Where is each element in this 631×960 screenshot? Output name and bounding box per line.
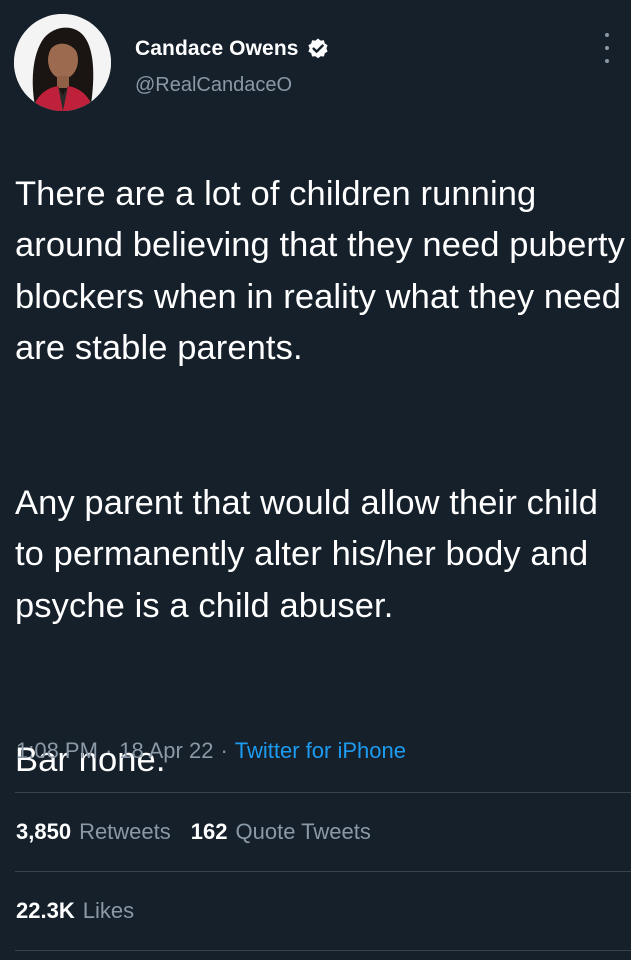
meta-separator: · <box>104 738 113 763</box>
retweets-label: Retweets <box>79 819 171 844</box>
tweet-time[interactable]: 1:08 PM <box>16 738 98 764</box>
retweets-count: 3,850 <box>16 819 72 844</box>
likes-stat[interactable]: 22.3K Likes <box>16 898 134 924</box>
avatar-portrait-icon <box>14 14 111 111</box>
tweet-meta: 1:08 PM · 18 Apr 22 · Twitter for iPhone <box>16 738 406 764</box>
meta-separator: · <box>220 738 228 763</box>
tweet-header: Candace Owens @RealCandaceO <box>14 14 617 114</box>
divider <box>15 792 631 793</box>
engagement-stats-row: 3,850 Retweets 162 Quote Tweets <box>16 819 391 845</box>
display-name[interactable]: Candace Owens <box>135 37 299 61</box>
divider <box>15 871 631 872</box>
user-handle[interactable]: @RealCandaceO <box>135 74 330 97</box>
retweets-stat[interactable]: 3,850 Retweets <box>16 819 171 845</box>
divider <box>15 950 631 951</box>
verified-badge-icon <box>306 37 330 61</box>
likes-count: 22.3K <box>16 898 75 923</box>
tweet-date[interactable]: 18 Apr 22 <box>119 738 213 764</box>
quote-tweets-label: Quote Tweets <box>235 819 371 844</box>
display-name-row: Candace Owens <box>135 34 330 64</box>
tweet-text: There are a lot of children running arou… <box>15 117 625 838</box>
user-info: Candace Owens @RealCandaceO <box>135 34 330 97</box>
tweet-source-link[interactable]: Twitter for iPhone <box>235 738 406 764</box>
quote-tweets-stat[interactable]: 162 Quote Tweets <box>191 819 371 845</box>
likes-label: Likes <box>82 898 135 923</box>
quote-tweets-count: 162 <box>190 819 228 844</box>
tweet-paragraph: Any parent that would allow their child … <box>15 483 599 625</box>
avatar[interactable] <box>14 14 111 111</box>
tweet-detail: Candace Owens @RealCandaceO There are a … <box>0 0 631 960</box>
likes-stats-row: 22.3K Likes <box>16 898 154 924</box>
tweet-paragraph: There are a lot of children running arou… <box>15 174 626 368</box>
more-options-icon[interactable] <box>601 33 613 63</box>
